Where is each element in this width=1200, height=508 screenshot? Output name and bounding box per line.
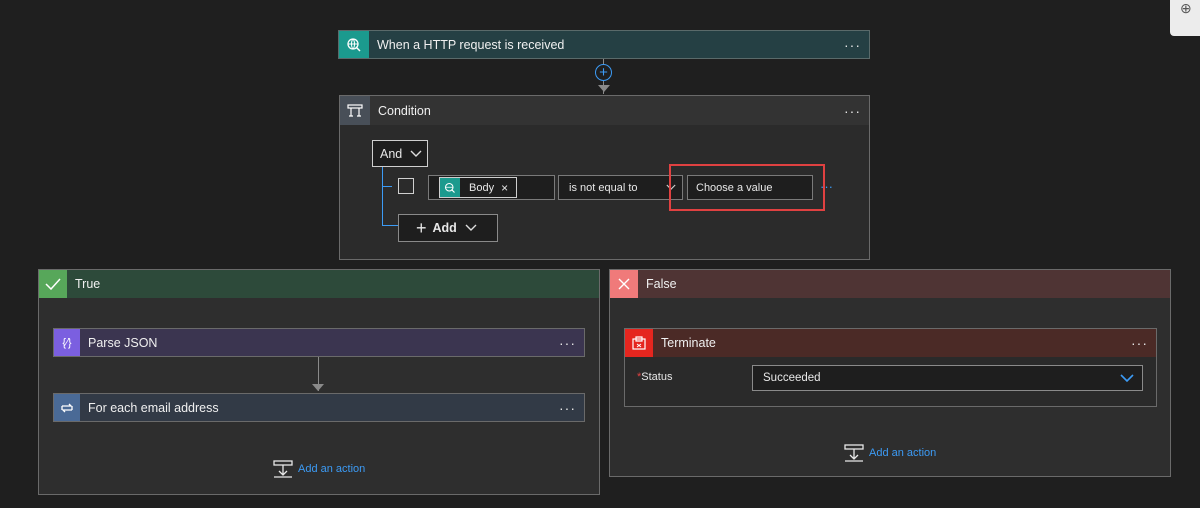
false-branch-panel: False Terminate ··· *Status Succeeded Ad…	[609, 269, 1171, 477]
status-label-row: *Status	[637, 371, 672, 383]
http-request-icon	[339, 31, 369, 58]
false-branch-title: False	[646, 277, 677, 291]
chevron-down-icon	[1120, 373, 1134, 382]
http-request-icon	[440, 178, 460, 197]
tree-branch-line	[382, 225, 398, 226]
operator-dropdown[interactable]: is not equal to	[558, 175, 683, 200]
highlight-box	[669, 164, 825, 211]
true-branch-panel: True {⁄} Parse JSON ··· For each email a…	[38, 269, 600, 495]
add-button[interactable]: + Add	[398, 214, 498, 242]
connector-arrow-icon	[312, 384, 324, 391]
add-action-icon	[844, 444, 864, 462]
zoom-in-icon: ⊕	[1180, 0, 1192, 16]
left-operand-field[interactable]: Body ×	[428, 175, 555, 200]
zoom-tab[interactable]: ⊕	[1170, 0, 1200, 36]
chevron-down-icon	[465, 224, 477, 231]
parse-json-card[interactable]: {⁄} Parse JSON ···	[53, 328, 585, 357]
parse-json-title: Parse JSON	[88, 335, 158, 350]
loop-icon	[54, 394, 80, 421]
add-action-icon	[273, 460, 293, 478]
false-add-action-link[interactable]: Add an action	[844, 443, 936, 463]
close-icon	[610, 270, 638, 298]
terminate-more-menu[interactable]: ···	[1131, 335, 1148, 351]
trigger-title: When a HTTP request is received	[377, 37, 565, 52]
status-label: Status	[641, 371, 673, 383]
condition-card[interactable]: Condition ··· And Body × is not equal to…	[339, 95, 870, 260]
terminate-title: Terminate	[661, 336, 716, 350]
terminate-card[interactable]: Terminate ··· *Status Succeeded	[624, 328, 1157, 407]
false-branch-header[interactable]: False	[610, 270, 1170, 298]
group-operator-dropdown[interactable]: And	[372, 140, 428, 167]
add-label: Add	[432, 221, 457, 235]
tree-branch-line	[382, 186, 392, 187]
operator-label: is not equal to	[569, 181, 638, 194]
body-token[interactable]: Body ×	[439, 177, 517, 198]
parse-json-icon: {⁄}	[54, 329, 80, 356]
row-checkbox[interactable]	[398, 178, 414, 194]
check-icon	[39, 270, 67, 298]
true-add-action-label: Add an action	[298, 463, 366, 475]
status-value: Succeeded	[763, 372, 821, 384]
connector-arrow-icon	[598, 85, 610, 92]
terminate-icon	[625, 329, 653, 357]
true-branch-title: True	[75, 277, 101, 291]
tree-line	[382, 167, 383, 225]
chevron-down-icon	[410, 150, 422, 157]
true-add-action-link[interactable]: Add an action	[273, 459, 365, 479]
insert-step-button[interactable]: +	[595, 64, 612, 81]
parse-json-more-menu[interactable]: ···	[559, 335, 576, 351]
body-token-label: Body	[469, 181, 495, 194]
for-each-card[interactable]: For each email address ···	[53, 393, 585, 422]
plus-icon: +	[599, 64, 608, 81]
status-dropdown[interactable]: Succeeded	[752, 365, 1143, 391]
condition-icon	[340, 96, 370, 125]
condition-title: Condition	[378, 103, 431, 118]
for-each-title: For each email address	[88, 400, 219, 415]
trigger-more-menu[interactable]: ···	[844, 37, 861, 53]
trigger-card[interactable]: When a HTTP request is received ···	[338, 30, 870, 59]
plus-icon: +	[416, 218, 427, 238]
false-add-action-label: Add an action	[869, 447, 937, 459]
condition-more-menu[interactable]: ···	[844, 103, 861, 119]
group-operator-label: And	[380, 146, 403, 161]
for-each-more-menu[interactable]: ···	[559, 400, 576, 416]
row-more-menu[interactable]: ···	[820, 179, 833, 194]
true-branch-header[interactable]: True	[39, 270, 599, 298]
remove-token-icon[interactable]: ×	[501, 181, 508, 195]
